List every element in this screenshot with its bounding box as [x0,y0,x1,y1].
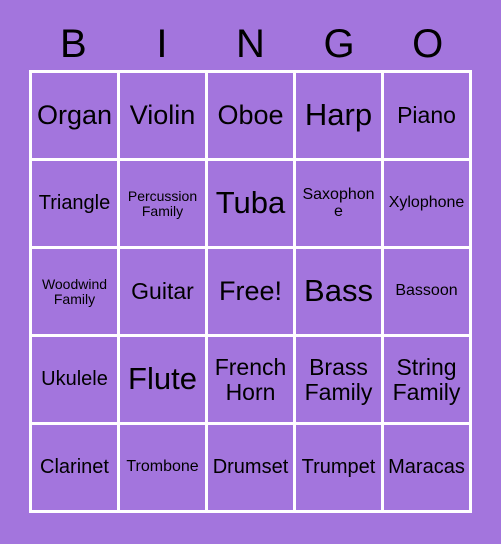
bingo-cell-r3c4[interactable]: Bass [296,249,381,334]
bingo-cell-r4c5[interactable]: String Family [384,337,469,422]
bingo-cell-r4c2[interactable]: Flute [120,337,205,422]
bingo-cell-r5c2[interactable]: Trombone [120,425,205,510]
bingo-cell-r2c5[interactable]: Xylophone [384,161,469,246]
bingo-cell-r5c3[interactable]: Drumset [208,425,293,510]
bingo-cell-r3c1[interactable]: Woodwind Family [32,249,117,334]
bingo-header-letter-b: B [59,22,87,66]
bingo-cell-r4c3[interactable]: French Horn [208,337,293,422]
bingo-card: B I N G O Organ Violin Oboe Harp Piano Triangle Pe… [0,0,501,544]
bingo-cell-r2c4[interactable]: Saxophone [296,161,381,246]
bingo-cell-r1c2[interactable]: Violin [120,73,205,158]
bingo-cell-r4c4[interactable]: Brass Family [296,337,381,422]
bingo-grid: Organ Violin Oboe Harp Piano Triangle Percussi… [29,70,472,513]
bingo-cell-r1c1[interactable]: Organ [32,73,117,158]
bingo-cell-r1c3[interactable]: Oboe [208,73,293,158]
bingo-cell-r5c4[interactable]: Trumpet [296,425,381,510]
bingo-cell-r3c3[interactable]: Free! [208,249,293,334]
bingo-cell-r2c2[interactable]: Percussion Family [120,161,205,246]
bingo-header: BINGO [29,18,472,70]
bingo-cell-r4c1[interactable]: Ukulele [32,337,117,422]
bingo-cell-r5c1[interactable]: Clarinet [32,425,117,510]
bingo-cell-r2c1[interactable]: Triangle [32,161,117,246]
bingo-cell-r1c4[interactable]: Harp [296,73,381,158]
bingo-cell-r3c5[interactable]: Bassoon [384,249,469,334]
bingo-cell-r2c3[interactable]: Tuba [208,161,293,246]
bingo-header-letter-o: O [412,22,444,66]
bingo-cell-r5c5[interactable]: Maracas [384,425,469,510]
bingo-header-letter-i: I [156,22,168,66]
bingo-cell-r1c5[interactable]: Piano [384,73,469,158]
bingo-header-letter-g: G [323,22,355,66]
bingo-cell-r3c2[interactable]: Guitar [120,249,205,334]
bingo-header-letter-n: N [236,22,265,66]
